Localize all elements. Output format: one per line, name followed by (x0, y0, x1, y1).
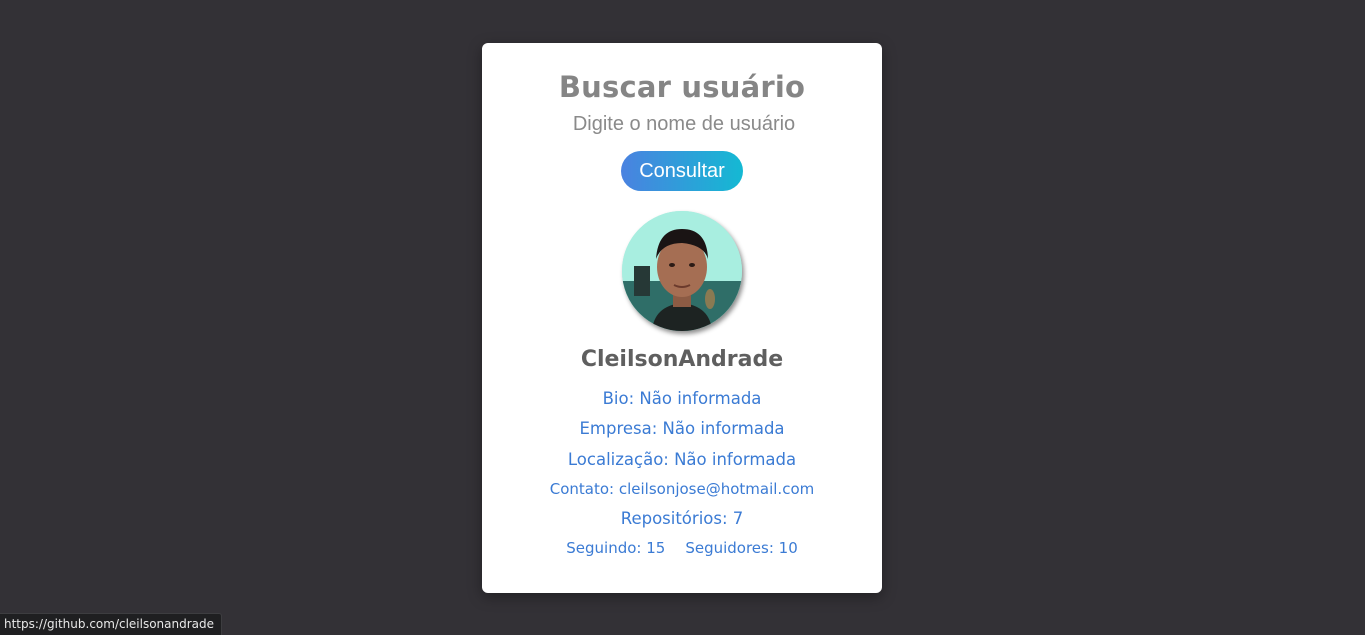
status-bar-link-preview: https://github.com/cleilsonandrade (0, 613, 223, 635)
profile-username: CleilsonAndrade (580, 347, 784, 372)
profile-repositories: Repositórios: 7 (620, 509, 744, 528)
profile-company: Empresa: Não informada (579, 419, 785, 438)
consult-button[interactable]: Consultar (621, 151, 743, 191)
profile-contact: Contato: cleilsonjose@hotmail.com (549, 480, 815, 498)
profile-following: Seguindo: 15 (566, 539, 666, 557)
profile-bio: Bio: Não informada (602, 389, 762, 408)
avatar (622, 211, 742, 331)
user-search-card: Buscar usuário Consultar CleilsonAndrade… (482, 43, 882, 593)
user-avatar-icon (622, 211, 742, 331)
follow-stats: Seguindo: 15 Seguidores: 10 (482, 539, 882, 557)
profile-followers: Seguidores: 10 (685, 539, 798, 557)
profile-location: Localização: Não informada (567, 450, 797, 469)
page: Buscar usuário Consultar CleilsonAndrade… (0, 0, 1365, 635)
page-title: Buscar usuário (558, 70, 806, 104)
username-search-input[interactable] (532, 109, 836, 139)
